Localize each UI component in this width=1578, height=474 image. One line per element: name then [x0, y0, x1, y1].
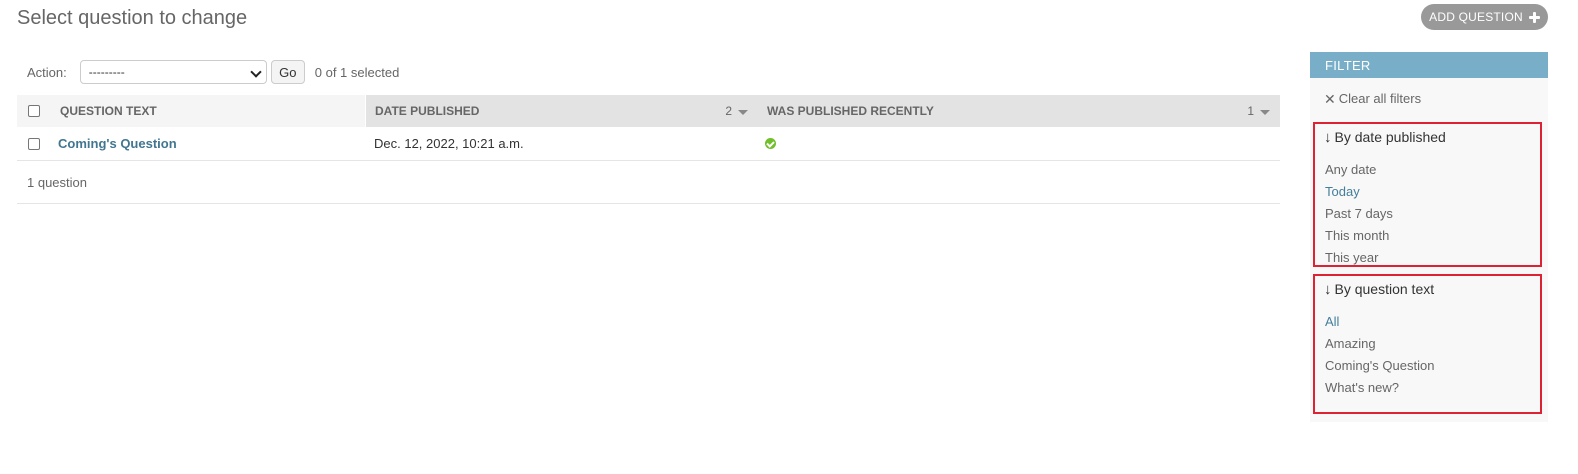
column-header-label: WAS PUBLISHED RECENTLY [767, 104, 934, 118]
filter-group-title-label: By date published [1334, 129, 1446, 145]
table-row: Coming's Question Dec. 12, 2022, 10:21 a… [17, 127, 1280, 161]
sort-indicator[interactable]: 2 [725, 104, 748, 118]
plus-icon [1528, 11, 1540, 23]
filter-group-title[interactable]: ↓ By date published [1324, 129, 1446, 145]
admin-changelist-page: Select question to change ADD QUESTION A… [0, 0, 1578, 474]
filter-choice-all[interactable]: All [1325, 310, 1434, 332]
filter-choice-this-year[interactable]: This year [1325, 246, 1393, 268]
was-published-recently-cell [758, 127, 1280, 160]
select-all-checkbox[interactable] [27, 105, 40, 117]
column-header-label: DATE PUBLISHED [375, 104, 480, 118]
selection-counter: 0 of 1 selected [314, 64, 400, 80]
sort-priority: 1 [1247, 104, 1254, 118]
question-link[interactable]: Coming's Question [58, 136, 177, 151]
filter-sidebar: FILTER ✕ Clear all filters ↓ By date pub… [1310, 52, 1548, 422]
sort-priority: 2 [725, 104, 732, 118]
filter-choice-whats-new[interactable]: What's new? [1325, 376, 1434, 398]
date-published-cell: Dec. 12, 2022, 10:21 a.m. [374, 136, 524, 151]
filter-group-title-label: By question text [1334, 281, 1435, 297]
filter-group-title[interactable]: ↓ By question text [1324, 281, 1434, 297]
column-header-was-published-recently[interactable]: WAS PUBLISHED RECENTLY 1 [758, 95, 1280, 127]
arrow-down-icon: ↓ [1324, 128, 1332, 146]
filter-choices: Any date Today Past 7 days This month Th… [1325, 158, 1393, 268]
filter-choice-this-month[interactable]: This month [1325, 224, 1393, 246]
clear-all-filters-label: Clear all filters [1338, 91, 1422, 106]
column-header-date-published[interactable]: DATE PUBLISHED 2 [366, 95, 758, 127]
sort-descending-icon [738, 109, 748, 115]
page-title: Select question to change [17, 7, 248, 29]
question-text-cell: Coming's Question [50, 127, 366, 160]
filter-choice-amazing[interactable]: Amazing [1325, 332, 1434, 354]
filter-group-question-text: ↓ By question text All Amazing Coming's … [1313, 274, 1542, 414]
paginator: 1 question [17, 161, 1280, 204]
chevron-down-icon [250, 66, 262, 78]
filter-choice-today[interactable]: Today [1325, 180, 1393, 202]
filter-choices: All Amazing Coming's Question What's new… [1325, 310, 1434, 398]
row-checkbox[interactable] [27, 137, 40, 150]
select-all-column [17, 95, 50, 127]
actions-bar: Action: --------- Go 0 of 1 selected [17, 56, 1280, 88]
results-table: QUESTION TEXT DATE PUBLISHED 2 WAS PUBLI… [17, 95, 1280, 204]
filter-header: FILTER [1310, 52, 1548, 78]
filter-choice-comings-question[interactable]: Coming's Question [1325, 354, 1434, 376]
action-label: Action: [27, 64, 67, 80]
filter-choice-past-7-days[interactable]: Past 7 days [1325, 202, 1393, 224]
table-header: QUESTION TEXT DATE PUBLISHED 2 WAS PUBLI… [17, 95, 1280, 127]
clear-all-filters-link[interactable]: ✕ Clear all filters [1324, 91, 1421, 106]
arrow-down-icon: ↓ [1324, 280, 1332, 298]
column-header-question-text[interactable]: QUESTION TEXT [50, 95, 366, 127]
go-button[interactable]: Go [270, 60, 305, 84]
row-select-cell [17, 127, 50, 160]
add-question-label: ADD QUESTION [1429, 10, 1523, 24]
check-circle-icon [765, 138, 776, 149]
close-icon: ✕ [1324, 90, 1336, 107]
sort-descending-icon [1260, 109, 1270, 115]
filter-group-date-published: ↓ By date published Any date Today Past … [1313, 122, 1542, 267]
action-select[interactable]: --------- [79, 60, 267, 84]
column-header-label: QUESTION TEXT [60, 104, 157, 118]
action-select-value: --------- [88, 65, 125, 79]
filter-choice-any-date[interactable]: Any date [1325, 158, 1393, 180]
add-question-button[interactable]: ADD QUESTION [1421, 4, 1548, 30]
sort-indicator[interactable]: 1 [1247, 104, 1270, 118]
